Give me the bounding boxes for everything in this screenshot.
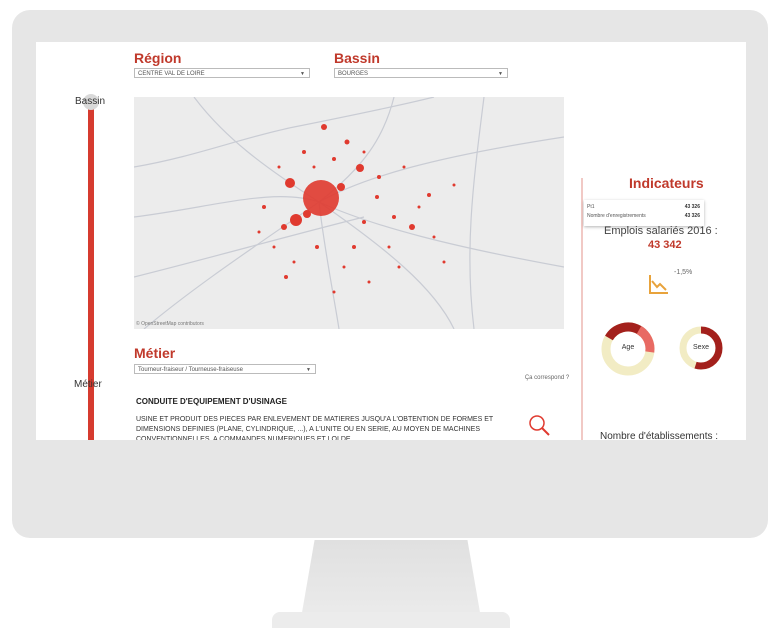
tooltip-row2-label: Nombre d'enregistrements	[587, 213, 646, 219]
correspond-link[interactable]: Ça correspond ?	[524, 374, 570, 382]
bassin-title: Bassin	[334, 50, 380, 66]
chevron-down-icon: ▼	[306, 367, 311, 373]
tooltip-row2-value: 43 326	[684, 213, 700, 219]
metier-select-value: Tourneur-fraiseur / Tourneuse-fraiseuse	[138, 367, 243, 373]
region-title: Région	[134, 50, 182, 66]
bassin-select-value: BOURGES	[338, 71, 369, 77]
map-roads	[134, 97, 564, 329]
map-credit: © OpenStreetMap contributors	[136, 321, 204, 327]
timeline-label-metier[interactable]: Métier	[74, 379, 102, 390]
sexe-label: Sexe	[693, 344, 709, 351]
magnifier-icon[interactable]	[528, 414, 552, 440]
emplois-value: 43 342	[648, 239, 682, 251]
metier-heading: CONDUITE D'EQUIPEMENT D'USINAGE	[136, 397, 287, 406]
chevron-down-icon: ▼	[300, 71, 305, 77]
age-donut[interactable]	[599, 320, 657, 383]
region-select[interactable]: CENTRE VAL DE LOIRE ▼	[134, 68, 310, 78]
age-label: Age	[621, 344, 635, 351]
trend-down-icon	[648, 273, 670, 300]
emplois-label: Emplois salariés 2016 :	[604, 225, 718, 237]
monitor-base	[272, 612, 510, 628]
metier-description: USINE ET PRODUIT DES PIECES PAR ENLEVEME…	[136, 416, 494, 440]
chevron-down-icon: ▼	[498, 71, 503, 77]
metier-title: Métier	[134, 345, 176, 361]
trend-value: -1,5%	[674, 269, 693, 276]
timeline-label-bassin[interactable]: Bassin	[75, 96, 105, 107]
map-svg	[134, 97, 564, 329]
map-dots	[257, 124, 456, 294]
tooltip-row1-label: Pt1	[587, 204, 595, 210]
bassin-select[interactable]: BOURGES ▼	[334, 68, 508, 78]
metier-select[interactable]: Tourneur-fraiseur / Tourneuse-fraiseuse …	[134, 364, 316, 374]
region-select-value: CENTRE VAL DE LOIRE	[138, 71, 205, 77]
app-screen: Bassin Métier Région CENTRE VAL DE LOIRE…	[36, 42, 746, 440]
indicateurs-title: Indicateurs	[629, 175, 704, 191]
map-tooltip: Pt1 43 326 Nombre d'enregistrements 43 3…	[584, 200, 704, 226]
tooltip-row1-value: 43 326	[684, 204, 700, 210]
etablissements-label: Nombre d'établissements :	[600, 431, 719, 440]
bassin-map[interactable]: © OpenStreetMap contributors	[134, 97, 564, 329]
